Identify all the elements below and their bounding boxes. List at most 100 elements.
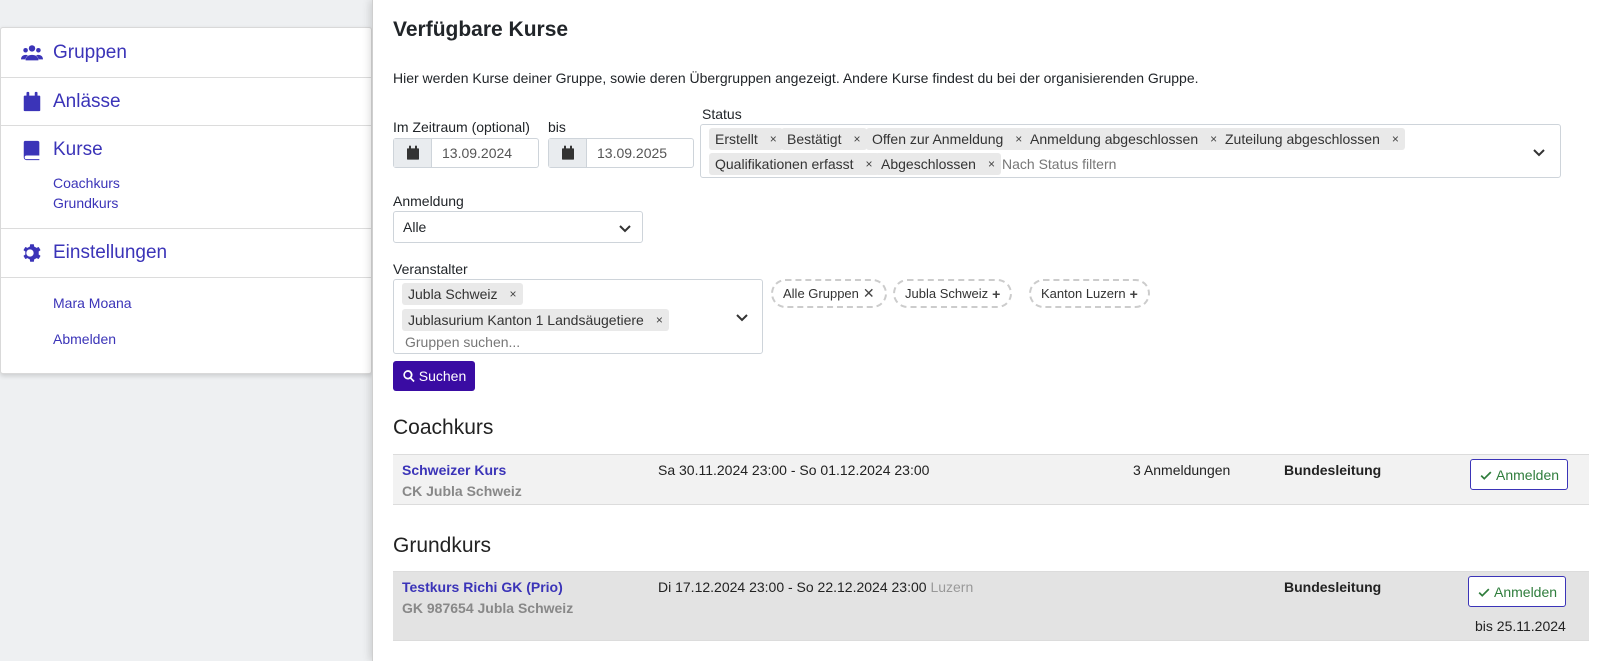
sidebar: Gruppen Anlässe Kurse Coachkurs Grundkur… [0, 27, 372, 374]
remove-chip-icon[interactable]: × [988, 157, 995, 171]
course-dates: Sa 30.11.2024 23:00 - So 01.12.2024 23:0… [658, 462, 930, 478]
remove-chip-icon[interactable]: × [770, 132, 777, 146]
plus-icon: + [1129, 285, 1138, 302]
remove-chip-icon[interactable]: × [1210, 132, 1217, 146]
sidebar-item-anlaesse[interactable]: Anlässe [1, 77, 371, 127]
anmeldung-select[interactable]: Alle [393, 211, 643, 243]
period-label: Im Zeitraum (optional) [393, 119, 530, 135]
course-organizer: Bundesleitung [1284, 579, 1382, 595]
sidebar-item-label: Kurse [53, 139, 103, 160]
course-dates-cell: Di 17.12.2024 23:00 - So 22.12.2024 23:0… [658, 579, 973, 595]
calendar-icon[interactable] [549, 139, 587, 167]
search-button[interactable]: Suchen [393, 361, 475, 391]
remove-chip-icon[interactable]: × [1392, 132, 1399, 146]
section-heading-grundkurs: Grundkurs [393, 534, 492, 557]
remove-chip-icon[interactable]: × [656, 313, 663, 327]
search-button-label: Suchen [418, 368, 467, 384]
gear-icon [23, 244, 41, 262]
intro-text: Hier werden Kurse deiner Gruppe, sowie d… [393, 70, 1199, 86]
course-organizer: Bundesleitung [1284, 462, 1382, 478]
date-from-field[interactable]: 13.09.2024 [393, 138, 539, 168]
status-chip: Anmeldung abgeschlossen × [1024, 128, 1224, 150]
sidebar-item-gruppen[interactable]: Gruppen [1, 28, 371, 78]
sidebar-item-label: Gruppen [53, 42, 127, 63]
status-chip: Erstellt × [709, 128, 783, 150]
close-icon: ✕ [862, 285, 875, 301]
sidebar-item-einstellungen[interactable]: Einstellungen [1, 228, 371, 278]
main-panel: Verfügbare Kurse Hier werden Kurse deine… [372, 0, 1613, 661]
sidebar-item-kurse[interactable]: Kurse [1, 125, 371, 175]
sidebar-item-label: Einstellungen [53, 242, 168, 263]
status-chip: Offen zur Anmeldung × [866, 128, 1029, 150]
course-registrations: 3 Anmeldungen [1133, 462, 1231, 478]
chip-label: Zuteilung abgeschlossen [1225, 131, 1380, 147]
veranstalter-label: Veranstalter [393, 261, 468, 277]
remove-chip-icon[interactable]: × [1015, 132, 1022, 146]
pill-label: Kanton Luzern [1041, 286, 1126, 301]
veranstalter-multiselect[interactable]: Jubla Schweiz × Jublasurium Kanton 1 Land… [393, 279, 763, 354]
anmelden-button[interactable]: Anmelden [1470, 459, 1569, 490]
status-multiselect[interactable]: Erstellt × Bestätigt × Offen zur Anmeldung… [700, 124, 1561, 178]
status-chip: Bestätigt × [781, 128, 867, 150]
anmelden-button-label: Anmelden [1494, 583, 1558, 600]
date-to-field[interactable]: 13.09.2025 [548, 138, 694, 168]
status-label: Status [702, 106, 742, 122]
user-profile-link[interactable]: Mara Moana [53, 295, 132, 311]
calendar-icon[interactable] [394, 139, 432, 167]
chip-label: Anmeldung abgeschlossen [1030, 131, 1199, 147]
pill-label: Jubla Schweiz [905, 286, 989, 301]
check-icon [1480, 471, 1492, 480]
chip-label: Offen zur Anmeldung [872, 131, 1004, 147]
course-name-link[interactable]: Testkurs Richi GK (Prio) [402, 579, 563, 595]
quick-group-kanton-luzern[interactable]: Kanton Luzern + [1029, 279, 1150, 308]
group-search-input[interactable]: Gruppen suchen... [405, 334, 520, 350]
chip-label: Bestätigt [787, 131, 842, 147]
book-icon [23, 140, 40, 161]
table-row: Schweizer Kurs CK Jubla Schweiz Sa 30.11… [393, 454, 1589, 505]
remove-chip-icon[interactable]: × [853, 132, 860, 146]
sidebar-subitem-grundkurs[interactable]: Grundkurs [53, 195, 118, 211]
to-label: bis [548, 119, 566, 135]
chip-label: Jubla Schweiz [408, 286, 498, 302]
section-heading-coachkurs: Coachkurs [393, 416, 494, 439]
sidebar-item-label: Anlässe [53, 91, 121, 112]
logout-link[interactable]: Abmelden [53, 331, 116, 347]
status-chip: Zuteilung abgeschlossen × [1219, 128, 1405, 150]
chevron-down-icon [618, 221, 632, 235]
quick-group-alle[interactable]: Alle Gruppen ✕ [771, 279, 887, 308]
date-to-input[interactable]: 13.09.2025 [587, 139, 693, 167]
anmelden-button-label: Anmelden [1496, 466, 1560, 483]
status-chip: Abgeschlossen × [875, 153, 1001, 175]
remove-chip-icon[interactable]: × [866, 157, 873, 171]
chip-label: Qualifikationen erfasst [715, 156, 854, 172]
chevron-down-icon[interactable] [735, 310, 749, 324]
veranstalter-chip: Jublasurium Kanton 1 Landsäugetiere × [402, 309, 669, 331]
remove-chip-icon[interactable]: × [510, 287, 517, 301]
course-number: GK 987654 Jubla Schweiz [402, 600, 574, 616]
veranstalter-chip: Jubla Schweiz × [402, 283, 523, 305]
chevron-down-icon[interactable] [1532, 145, 1546, 159]
calendar-icon [23, 91, 41, 112]
course-number: CK Jubla Schweiz [402, 483, 522, 499]
plus-icon: + [992, 285, 1001, 302]
date-from-input[interactable]: 13.09.2024 [432, 139, 538, 167]
course-dates: Di 17.12.2024 23:00 - So 22.12.2024 23:0… [658, 579, 927, 595]
registration-deadline: bis 25.11.2024 [1475, 618, 1566, 634]
status-chip: Qualifikationen erfasst × [709, 153, 879, 175]
course-location: Luzern [930, 579, 974, 595]
course-name-link[interactable]: Schweizer Kurs [402, 462, 506, 478]
chip-label: Abgeschlossen [881, 156, 976, 172]
page-title: Verfügbare Kurse [393, 18, 569, 41]
check-icon [1478, 588, 1490, 597]
search-icon [403, 370, 415, 383]
sidebar-subitem-coachkurs[interactable]: Coachkurs [53, 175, 120, 191]
chip-label: Jublasurium Kanton 1 Landsäugetiere [408, 312, 644, 328]
anmeldung-label: Anmeldung [393, 193, 464, 209]
pill-label: Alle Gruppen [783, 286, 859, 301]
quick-group-jubla-schweiz[interactable]: Jubla Schweiz + [893, 279, 1013, 308]
chip-label: Erstellt [715, 131, 758, 147]
users-icon [21, 45, 43, 61]
anmeldung-selected-value: Alle [403, 219, 427, 235]
status-filter-input[interactable]: Nach Status filtern [1002, 156, 1116, 172]
anmelden-button[interactable]: Anmelden [1468, 576, 1567, 607]
